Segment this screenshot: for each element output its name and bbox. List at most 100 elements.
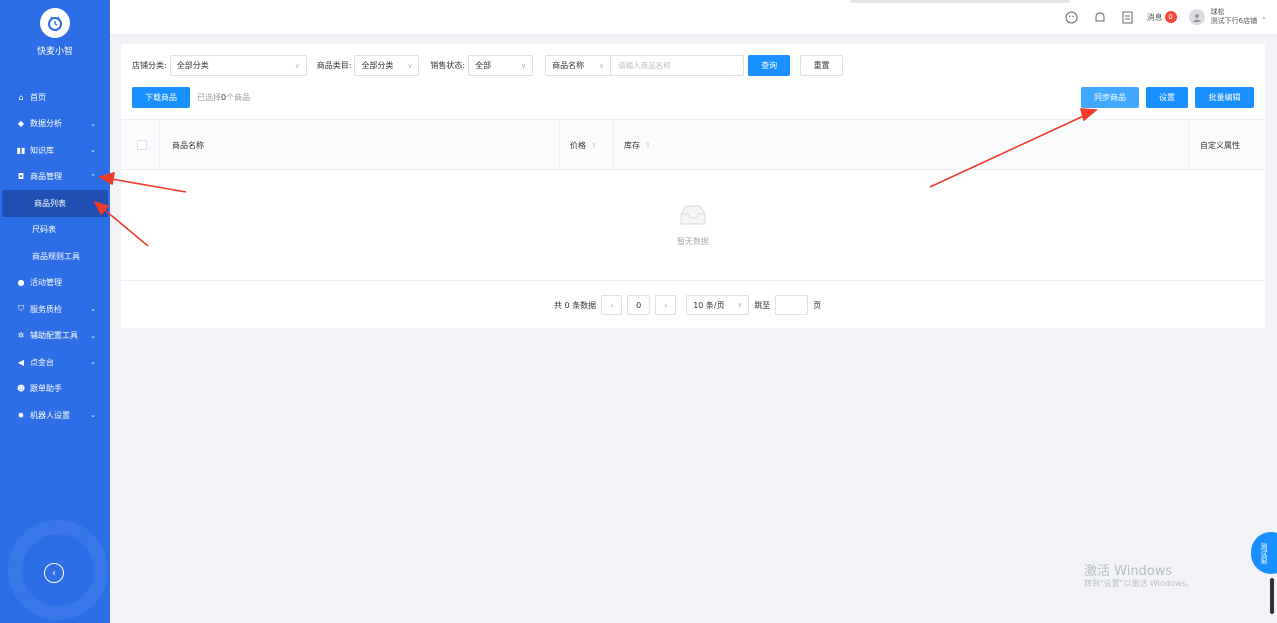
shop-name: 测试下行6店铺 (1210, 17, 1258, 25)
chevron-left-icon: ‹ (610, 300, 614, 310)
prev-page-button[interactable]: ‹ (601, 295, 623, 315)
total-suffix: 条数据 (572, 300, 597, 310)
filter-bar: 店铺分类: 全部分类 ∨ 商品类目: 全部分类 ∨ 销售状态: 全部 ∨ 商品名… (132, 55, 844, 76)
sidebar-menu: ⌂ 首页 ◆ 数据分析 ⌄ ▮▮ 知识库 ⌄ ◘ 商品管理 ⌃ 商品列表 尺码表… (0, 84, 110, 429)
col-price[interactable]: 价格 ⇕ (559, 120, 613, 170)
col-price-label: 价格 (570, 140, 586, 150)
avatar[interactable] (1188, 9, 1205, 25)
send-icon: ◀ (17, 357, 25, 367)
query-button[interactable]: 查询 (748, 55, 791, 76)
logo-icon (40, 8, 70, 38)
chevron-down-icon: ∨ (737, 301, 743, 309)
sort-icon: ⇕ (645, 141, 651, 149)
windows-activation-hint: 转到"设置"以激活 Windows。 (1084, 579, 1194, 588)
sidebar-item-gold-platform[interactable]: ◀ 点金台 ⌄ (0, 349, 110, 376)
tools-icon: ✲ (17, 331, 25, 341)
chevron-down-icon: ⌄ (90, 146, 96, 155)
jump-label: 跳至 (754, 300, 771, 310)
reset-button[interactable]: 重置 (800, 55, 844, 76)
user-name: 球松 (1210, 8, 1225, 16)
sidebar-item-label: 知识库 (30, 145, 54, 155)
chevron-down-icon[interactable]: ⌄ (1261, 13, 1267, 21)
floating-test-button[interactable]: 测试窗 (1251, 532, 1277, 574)
chevron-up-icon: ⌃ (90, 172, 96, 181)
messages-button[interactable]: 消息 0 (1147, 11, 1177, 23)
floating-test-label: 测试窗 (1260, 542, 1268, 564)
collapse-sidebar-button[interactable]: ‹ (44, 563, 64, 583)
settings-button[interactable]: 设置 (1146, 87, 1188, 108)
search-input[interactable]: 请输入商品名称 (611, 55, 745, 76)
search-field-value: 商品名称 (552, 61, 585, 70)
sidebar-item-label: 服务质检 (30, 304, 62, 314)
select-all-checkbox-cell (137, 120, 147, 170)
chevron-down-icon: ⌄ (90, 358, 96, 367)
shop-category-value: 全部分类 (176, 61, 209, 70)
sidebar-item-label: 商品列表 (34, 198, 66, 208)
col-custom-attr-label: 自定义属性 (1200, 140, 1240, 150)
search-placeholder: 请输入商品名称 (618, 61, 671, 70)
sidebar-item-label: 活动管理 (30, 278, 62, 288)
sidebar-item-label: 数据分析 (30, 119, 62, 129)
table-header: 商品名称 价格 ⇕ 库存 ⇕ 自定义属性 (121, 119, 1265, 170)
app-title: 快麦小智 (36, 47, 73, 57)
document-icon[interactable] (1121, 10, 1135, 24)
total-count: 0 (564, 300, 570, 310)
total-prefix: 共 (554, 300, 562, 310)
chevron-down-icon: ⌄ (90, 411, 96, 420)
logo: 快麦小智 (0, 8, 110, 57)
sidebar-item-label: 首页 (30, 92, 46, 102)
sidebar-item-follow-assistant[interactable]: ☻ 跟单助手 (0, 376, 110, 403)
sidebar-item-goods-rule-tool[interactable]: 商品规则工具 (0, 243, 110, 270)
empty-box-icon (677, 202, 709, 228)
pagination: 共 0 条数据 ‹ 0 › 10 条/页 ∨ 跳至 页 (554, 295, 821, 315)
total-info: 共 0 条数据 (554, 300, 596, 311)
shield-icon: ⛉ (18, 304, 24, 314)
shop-category-select[interactable]: 全部分类 ∨ (169, 55, 307, 76)
col-stock[interactable]: 库存 ⇕ (613, 120, 1188, 170)
download-goods-button[interactable]: 下载商品 (132, 87, 190, 108)
page-size-select[interactable]: 10 条/页 ∨ (686, 295, 750, 315)
current-page[interactable]: 0 (627, 295, 651, 315)
jump-page-input[interactable] (775, 295, 809, 315)
goods-category-select[interactable]: 全部分类 ∨ (354, 55, 420, 76)
bag-icon: ◘ (17, 172, 25, 182)
sync-goods-button[interactable]: 同步商品 (1081, 87, 1139, 108)
sale-status-select[interactable]: 全部 ∨ (468, 55, 534, 76)
sidebar-item-goods-management[interactable]: ◘ 商品管理 ⌃ (0, 164, 110, 191)
next-page-button[interactable]: › (655, 295, 677, 315)
page-size-value: 10 条/页 (693, 300, 725, 310)
batch-edit-button[interactable]: 批量编辑 (1195, 87, 1254, 108)
sale-status-label: 销售状态: (430, 61, 466, 70)
bell-icon[interactable] (1093, 10, 1107, 24)
chevron-down-icon: ∨ (598, 61, 605, 70)
sidebar-item-size-chart[interactable]: 尺码表 (0, 217, 110, 244)
sidebar-item-label: 机器人设置 (30, 410, 70, 420)
book-icon: ▮▮ (16, 145, 26, 155)
sort-icon: ⇕ (591, 141, 597, 149)
sidebar-item-config-tools[interactable]: ✲ 辅助配置工具 ⌄ (0, 323, 110, 350)
sidebar-item-label: 商品规则工具 (32, 251, 80, 261)
sidebar-item-robot-settings[interactable]: ✹ 机器人设置 ⌄ (0, 402, 110, 429)
goods-category-value: 全部分类 (361, 61, 394, 70)
chevron-down-icon: ⌄ (90, 305, 96, 314)
sidebar-item-home[interactable]: ⌂ 首页 (0, 84, 110, 111)
selected-prefix: 已选择 (197, 93, 221, 102)
chevron-down-icon: ∨ (407, 61, 413, 70)
sidebar-item-goods-list[interactable]: 商品列表 (2, 190, 108, 217)
chevron-down-icon: ⌄ (90, 119, 96, 128)
select-all-checkbox[interactable] (137, 140, 147, 150)
activity-icon: ● (17, 278, 25, 288)
toolbar-left: 下载商品 已选择0个商品 (132, 87, 250, 108)
sidebar-item-quality-check[interactable]: ⛉ 服务质检 ⌄ (0, 296, 110, 323)
search-field-select[interactable]: 商品名称 ∨ (545, 55, 612, 76)
scroll-indicator (1270, 578, 1274, 614)
sidebar-item-data-analysis[interactable]: ◆ 数据分析 ⌄ (0, 111, 110, 138)
col-goods-name: 商品名称 (159, 120, 559, 170)
shop-category-label: 店铺分类: (132, 61, 167, 70)
sidebar-item-knowledge-base[interactable]: ▮▮ 知识库 ⌄ (0, 137, 110, 164)
user-info[interactable]: 球松 测试下行6店铺 (1211, 8, 1257, 26)
sidebar-item-activity[interactable]: ● 活动管理 (0, 270, 110, 297)
sidebar-item-label: 点金台 (30, 357, 54, 367)
smile-icon[interactable] (1065, 10, 1079, 24)
header-actions: 消息 0 球松 测试下行6店铺 ⌄ (1051, 0, 1267, 34)
